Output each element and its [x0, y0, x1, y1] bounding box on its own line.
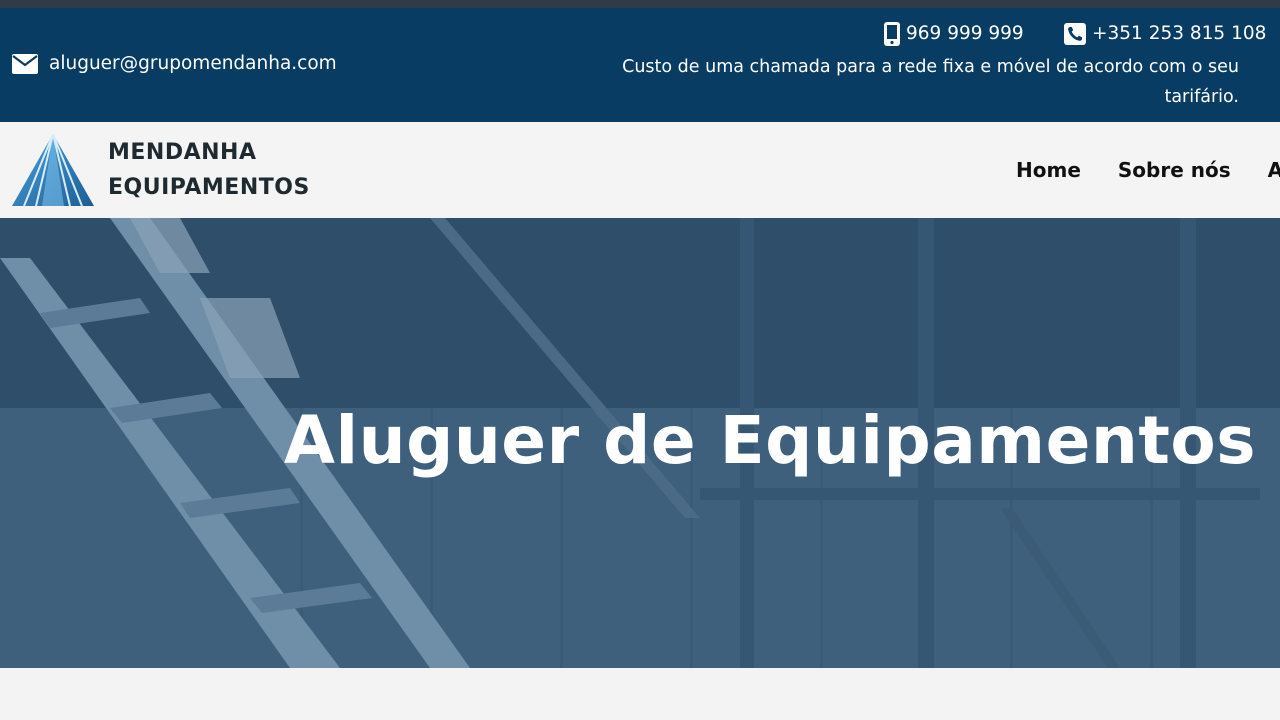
hero-title: Aluguer de Equipamentos	[283, 402, 1256, 479]
main-nav: Home Sobre nós A	[1016, 156, 1280, 184]
nav-item-home[interactable]: Home	[1016, 156, 1081, 184]
site-header: MENDANHA EQUIPAMENTOS Home Sobre nós A	[0, 122, 1280, 218]
phone-icon	[1064, 23, 1086, 45]
envelope-icon	[12, 54, 38, 74]
email-link[interactable]: aluguer@grupomendanha.com	[12, 52, 337, 76]
top-strip	[0, 0, 1280, 8]
hero-banner: Aluguer de Equipamentos	[0, 218, 1280, 668]
brand-line-1: MENDANHA	[108, 140, 257, 165]
mobile-number: 969 999 999	[906, 23, 1024, 44]
call-cost-note: Custo de uma chamada para a rede fixa e …	[622, 57, 1239, 107]
brand-name: MENDANHA EQUIPAMENTOS	[108, 135, 310, 205]
brand-line-2: EQUIPAMENTOS	[108, 175, 310, 200]
site-logo[interactable]: MENDANHA EQUIPAMENTOS	[12, 134, 310, 206]
mobile-phone-icon	[884, 22, 900, 46]
pyramid-logo-icon	[12, 134, 94, 206]
mobile-phone-link[interactable]: 969 999 999	[884, 22, 1024, 46]
contact-info-bar: aluguer@grupomendanha.com 969 999 999 +3…	[0, 8, 1280, 122]
landline-phone-link[interactable]: +351 253 815 108	[1064, 22, 1266, 46]
nav-item-next[interactable]: A	[1268, 156, 1280, 184]
landline-number: +351 253 815 108	[1092, 23, 1267, 44]
nav-item-about[interactable]: Sobre nós	[1118, 156, 1231, 184]
email-text: aluguer@grupomendanha.com	[49, 53, 337, 74]
